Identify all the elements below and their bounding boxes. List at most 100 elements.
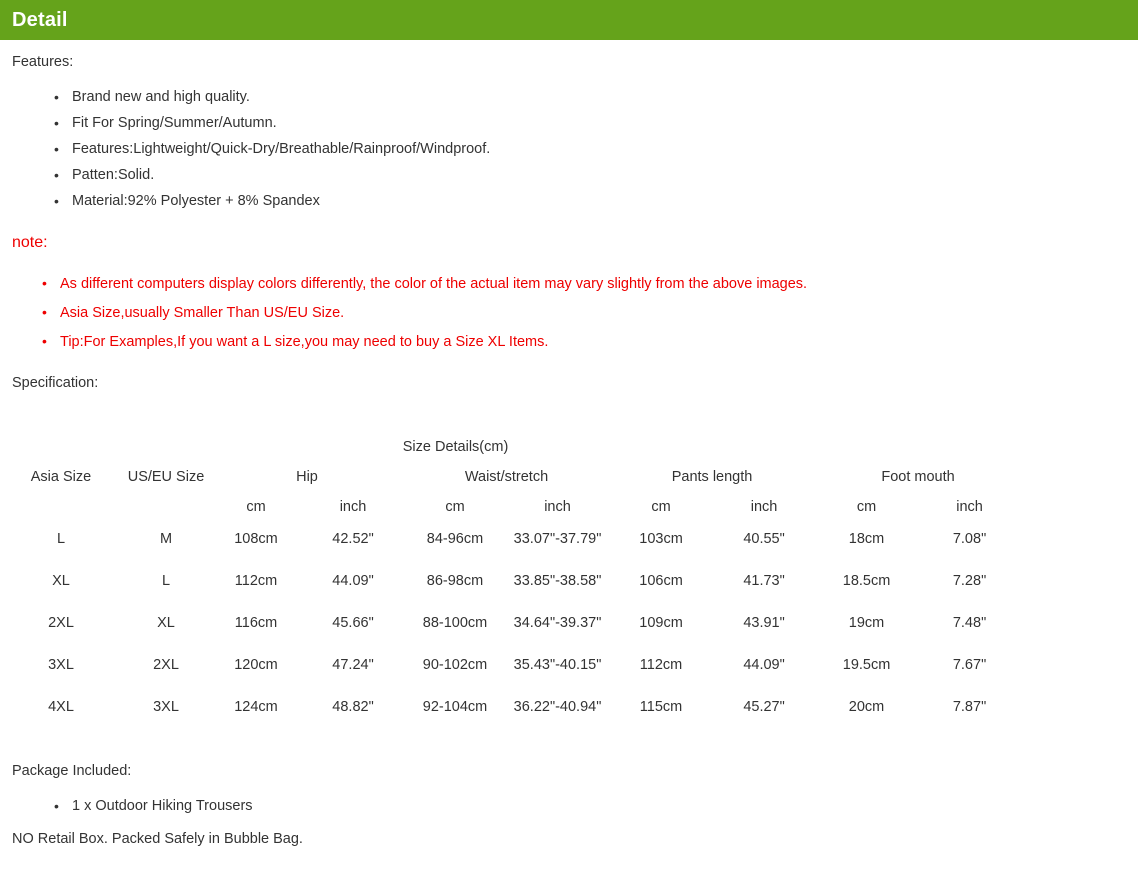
unit-header-pants-length-inch: inch [750,499,778,515]
unit-header-waist-cm: cm [445,499,465,515]
unit-spacer-tail [1021,499,1138,529]
cell-asia-size: 4XL [48,699,74,715]
cell-foot-mouth-inch: 7.67" [952,657,987,673]
cell-tail [1021,571,1138,613]
caption-spacer-left [0,439,302,469]
package-list: 1 x Outdoor Hiking Trousers [12,793,1138,819]
features-list: Brand new and high quality. Fit For Spri… [12,84,1138,214]
cell-asia-size: L [56,531,66,547]
note-list: As different computers display colors di… [12,270,1138,357]
column-header-tail [1021,469,1138,499]
note-text: Tip:For Examples,If you want a L size,yo… [60,334,549,350]
table-group-header-row: Asia Size US/EU Size Hip Waist/stretch P… [0,469,1138,499]
unit-header-foot-mouth-cm: cm [856,499,877,515]
package-label: Package Included: [12,763,132,779]
unit-header-hip-cm: cm [246,499,266,515]
cell-foot-mouth-cm: 20cm [848,699,885,715]
cell-pants-length-inch: 45.27" [743,699,785,715]
list-item: Tip:For Examples,If you want a L size,yo… [42,328,1138,357]
page-title: Detail [12,9,68,31]
column-header-foot-mouth: Foot mouth [881,469,955,485]
feature-text: Fit For Spring/Summer/Autumn. [72,115,277,131]
cell-tail [1021,529,1138,571]
table-caption: Size Details(cm) [402,439,509,455]
column-header-asia-size: Asia Size [30,469,92,485]
unit-header-foot-mouth-inch: inch [956,499,983,515]
cell-pants-length-cm: 109cm [639,615,683,631]
note-label: note: [12,234,48,251]
cell-hip-inch: 47.24" [332,657,374,673]
feature-text: Features:Lightweight/Quick-Dry/Breathabl… [72,141,491,157]
package-item-text: 1 x Outdoor Hiking Trousers [72,798,253,814]
cell-foot-mouth-inch: 7.08" [952,531,987,547]
unit-spacer-useu [122,499,210,529]
list-item: Patten:Solid. [54,162,1138,188]
cell-us-eu-size: XL [157,615,175,631]
cell-pants-length-cm: 115cm [639,699,683,715]
list-item: Features:Lightweight/Quick-Dry/Breathabl… [54,136,1138,162]
cell-waist-inch: 33.07"-37.79" [513,531,602,547]
features-label: Features: [12,54,74,70]
cell-waist-cm: 92-104cm [422,699,488,715]
features-section: Features: Brand new and high quality. Fi… [0,54,1138,214]
cell-hip-cm: 116cm [234,615,278,631]
column-header-waist-stretch: Waist/stretch [464,469,549,485]
cell-foot-mouth-inch: 7.87" [952,699,987,715]
cell-hip-inch: 44.09" [332,573,374,589]
specification-label: Specification: [12,375,99,391]
table-row: 4XL 3XL 124cm 48.82" 92-104cm 36.22"-40.… [0,697,1138,739]
cell-pants-length-inch: 41.73" [743,573,785,589]
cell-pants-length-cm: 106cm [639,573,683,589]
unit-header-hip-inch: inch [339,499,367,515]
unit-header-pants-length-cm: cm [651,499,671,515]
cell-pants-length-cm: 112cm [639,657,683,673]
cell-us-eu-size: L [161,573,171,589]
table-row: 2XL XL 116cm 45.66" 88-100cm 34.64"-39.3… [0,613,1138,655]
cell-waist-cm: 86-98cm [426,573,484,589]
list-item: Fit For Spring/Summer/Autumn. [54,110,1138,136]
cell-pants-length-inch: 44.09" [743,657,785,673]
note-text: As different computers display colors di… [60,276,808,292]
list-item: Brand new and high quality. [54,84,1138,110]
cell-hip-inch: 45.66" [332,615,374,631]
cell-us-eu-size: M [159,531,173,547]
table-row: 3XL 2XL 120cm 47.24" 90-102cm 35.43"-40.… [0,655,1138,697]
unit-spacer-asia [0,499,122,529]
cell-pants-length-cm: 103cm [639,531,683,547]
table-unit-header-row: cm inch cm inch cm inch cm inch [0,499,1138,529]
cell-foot-mouth-inch: 7.28" [952,573,987,589]
cell-waist-inch: 36.22"-40.94" [513,699,602,715]
cell-us-eu-size: 3XL [153,699,179,715]
cell-tail [1021,655,1138,697]
feature-text: Material:92% Polyester + 8% Spandex [72,193,320,209]
table-row: XL L 112cm 44.09" 86-98cm 33.85"-38.58" … [0,571,1138,613]
cell-waist-inch: 34.64"-39.37" [513,615,602,631]
cell-asia-size: 2XL [48,615,74,631]
cell-hip-inch: 42.52" [332,531,374,547]
specification-section: Specification: [0,375,1138,391]
cell-waist-inch: 33.85"-38.58" [513,573,602,589]
cell-foot-mouth-cm: 19.5cm [842,657,891,673]
detail-header-bar: Detail [0,0,1138,40]
list-item: Asia Size,usually Smaller Than US/EU Siz… [42,299,1138,328]
cell-hip-cm: 108cm [234,531,278,547]
cell-tail [1021,613,1138,655]
feature-text: Brand new and high quality. [72,89,250,105]
cell-asia-size: 3XL [48,657,74,673]
package-footnote: NO Retail Box. Packed Safely in Bubble B… [12,831,303,847]
cell-pants-length-inch: 40.55" [743,531,785,547]
cell-tail [1021,697,1138,739]
cell-pants-length-inch: 43.91" [743,615,785,631]
cell-hip-cm: 124cm [234,699,278,715]
cell-hip-cm: 112cm [234,573,278,589]
cell-waist-cm: 88-100cm [422,615,488,631]
feature-text: Patten:Solid. [72,167,155,183]
unit-header-waist-inch: inch [544,499,571,515]
size-details-table: Size Details(cm) Asia Size US/EU Size Hi… [0,439,1138,739]
cell-asia-size: XL [52,573,70,589]
cell-waist-cm: 90-102cm [422,657,488,673]
package-section: Package Included: 1 x Outdoor Hiking Tro… [0,763,1138,847]
list-item: Material:92% Polyester + 8% Spandex [54,188,1138,214]
cell-waist-inch: 35.43"-40.15" [513,657,602,673]
cell-hip-cm: 120cm [234,657,278,673]
